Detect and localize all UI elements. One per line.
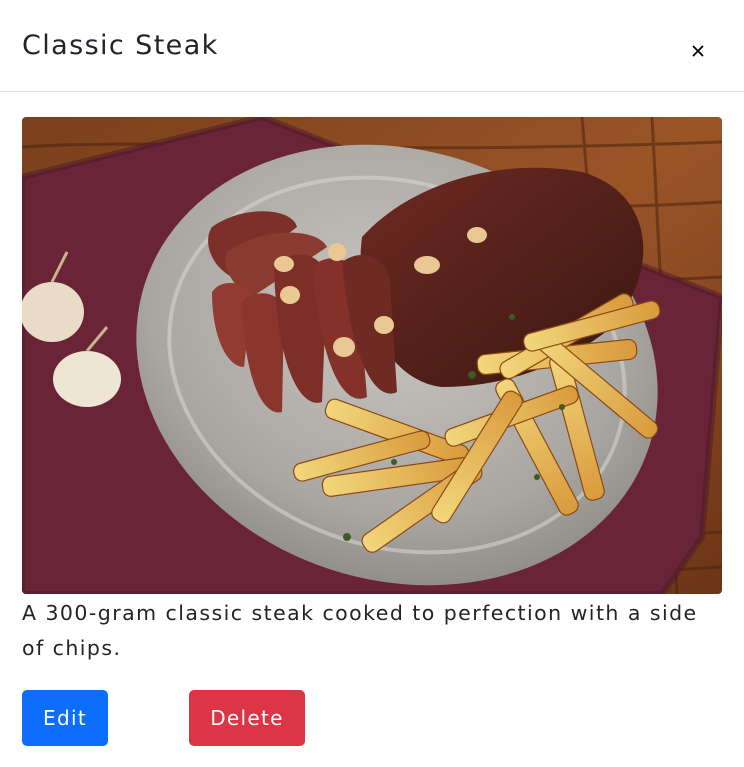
close-button[interactable] (682, 30, 714, 62)
delete-button[interactable]: Delete (189, 690, 305, 746)
item-description: A 300-gram classic steak cooked to perfe… (22, 601, 698, 660)
modal-header: Classic Steak (0, 0, 744, 92)
steak-photo (22, 117, 722, 594)
edit-button[interactable]: Edit (22, 690, 108, 746)
recipe-modal: Classic Steak A 300-gram classic steak c… (0, 0, 744, 767)
close-icon (692, 45, 704, 57)
modal-title: Classic Steak (22, 30, 219, 61)
